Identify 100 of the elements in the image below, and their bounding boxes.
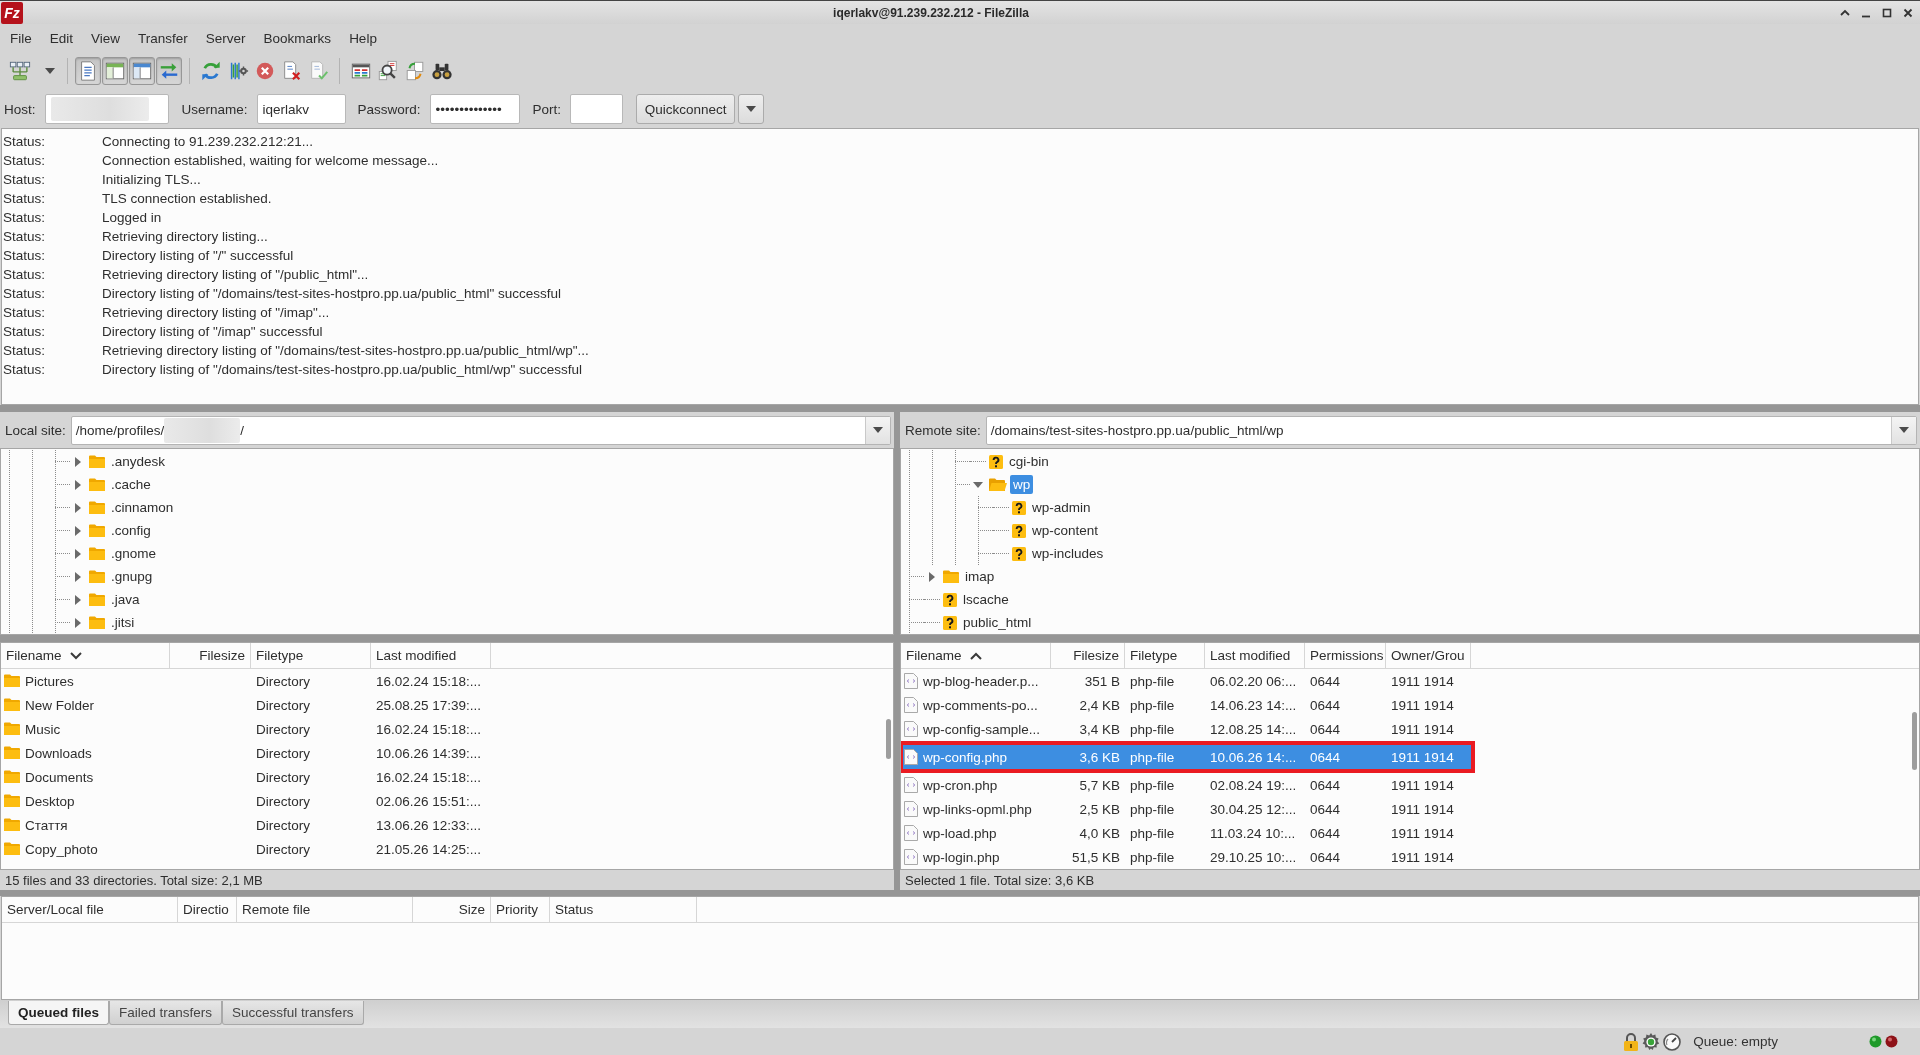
remote-tree-toggle[interactable] bbox=[129, 57, 155, 85]
column-header[interactable]: Directio bbox=[178, 897, 237, 922]
close-icon[interactable] bbox=[1902, 6, 1914, 19]
tree-item[interactable]: .gnupg bbox=[108, 567, 156, 586]
expand-arrow-icon[interactable] bbox=[73, 479, 83, 490]
expand-arrow-icon[interactable] bbox=[73, 548, 83, 559]
folder-icon bbox=[89, 569, 105, 584]
table-cell-text: 02.06.26 15:51:... bbox=[375, 793, 483, 809]
file-row[interactable]: wp-load.php 4,0 KB php-file 11.03.24 10:... 0644 1911 1914 bbox=[901, 821, 1471, 845]
password-field[interactable]: •••••••••••••• bbox=[429, 94, 520, 124]
tree-item[interactable]: wp-content bbox=[1029, 521, 1102, 540]
column-header[interactable]: Filename bbox=[1, 643, 170, 668]
username-field[interactable]: iqerlakv bbox=[256, 94, 346, 124]
expand-arrow-icon[interactable] bbox=[73, 502, 83, 513]
tree-item[interactable]: .config bbox=[108, 521, 154, 540]
tree-item[interactable]: .gnome bbox=[108, 544, 160, 563]
expand-arrow-icon[interactable] bbox=[73, 456, 83, 467]
host-field[interactable] bbox=[44, 94, 169, 124]
quickconnect-menu-button[interactable] bbox=[738, 94, 765, 124]
path-dropdown-button[interactable] bbox=[865, 416, 890, 444]
local-tree-toggle[interactable] bbox=[102, 57, 128, 85]
expand-arrow-icon[interactable] bbox=[73, 594, 83, 605]
file-row[interactable]: Desktop Directory 02.06.26 15:51:... bbox=[1, 789, 491, 813]
maximize-icon[interactable] bbox=[1881, 6, 1893, 19]
tree-item[interactable]: imap bbox=[962, 567, 998, 586]
column-header[interactable]: Permissions bbox=[1305, 643, 1386, 668]
file-row[interactable]: Downloads Directory 10.06.26 14:39:... bbox=[1, 741, 491, 765]
expand-arrow-icon[interactable] bbox=[73, 525, 83, 536]
column-header[interactable]: Filename bbox=[901, 643, 1051, 668]
column-header[interactable]: Remote file bbox=[237, 897, 413, 922]
port-field[interactable] bbox=[570, 94, 624, 124]
column-header[interactable]: Priority bbox=[491, 897, 550, 922]
tree-item[interactable]: .jitsi bbox=[108, 613, 138, 632]
folder-icon bbox=[943, 569, 959, 584]
expand-arrow-icon[interactable] bbox=[73, 571, 83, 582]
scrollbar-thumb[interactable] bbox=[1912, 712, 1917, 770]
queue-tab[interactable]: Failed transfers bbox=[109, 1001, 223, 1025]
file-row[interactable]: wp-login.php 51,5 KB php-file 29.10.25 10:... 0644 1911 1914 bbox=[901, 845, 1471, 869]
log-message: Retrieving directory listing... bbox=[102, 229, 268, 244]
log-message: Retrieving directory listing of "/domains/test-sites-hostpro.pp.ua/public_html/wp"... bbox=[102, 343, 589, 358]
menu-item[interactable]: Bookmarks bbox=[254, 26, 341, 50]
queue-tab[interactable]: Successful transfers bbox=[222, 1001, 364, 1025]
quickconnect-button[interactable]: Quickconnect bbox=[636, 94, 736, 124]
table-cell-text: 1911 1914 bbox=[1390, 777, 1455, 793]
log-type: Status: bbox=[2, 210, 47, 225]
collapse-arrow-icon[interactable] bbox=[973, 479, 983, 490]
path-field[interactable]: /domains/test-sites-hostpro.pp.ua/public_html/wp bbox=[985, 415, 1917, 445]
path-field[interactable]: /home/profiles/ / bbox=[70, 415, 891, 445]
tree-item[interactable]: public_html bbox=[960, 613, 1035, 632]
network-computers-icon bbox=[9, 60, 31, 82]
path-dropdown-button[interactable] bbox=[1891, 416, 1916, 444]
column-header[interactable]: Last modified bbox=[371, 643, 491, 668]
tree-item[interactable]: cgi-bin bbox=[1006, 452, 1052, 471]
tree-item[interactable]: lscache bbox=[960, 590, 1012, 609]
file-row[interactable]: Music Directory 16.02.24 15:18:... bbox=[1, 717, 491, 741]
folder-icon bbox=[89, 523, 105, 538]
expand-arrow-icon[interactable] bbox=[927, 571, 937, 582]
log-message: Directory listing of "/" successful bbox=[102, 248, 294, 263]
menu-item[interactable]: Server bbox=[196, 26, 255, 50]
column-header[interactable]: Status bbox=[550, 897, 697, 922]
file-row[interactable]: Стаття Directory 13.06.26 12:33:... bbox=[1, 813, 491, 837]
column-header[interactable]: Filesize bbox=[1051, 643, 1125, 668]
tree-item[interactable]: .java bbox=[108, 590, 143, 609]
message-log-toggle[interactable] bbox=[75, 57, 101, 85]
table-cell-text: 0644 bbox=[1309, 697, 1342, 713]
tree-item[interactable]: .anydesk bbox=[108, 452, 169, 471]
file-row[interactable]: wp-links-opml.php 2,5 KB php-file 30.04.25 12:... 0644 1911 1914 bbox=[901, 797, 1471, 821]
table-cell-text: 0644 bbox=[1309, 673, 1342, 689]
tree-item[interactable]: wp-includes bbox=[1029, 544, 1107, 563]
tree-item[interactable]: .cache bbox=[108, 475, 154, 494]
menu-item[interactable]: Transfer bbox=[129, 26, 197, 50]
file-row[interactable]: wp-cron.php 5,7 KB php-file 02.08.24 19:... 0644 1911 1914 bbox=[901, 773, 1471, 797]
file-row[interactable]: New Folder Directory 25.08.25 17:39:... bbox=[1, 693, 491, 717]
log-message: Directory listing of "/domains/test-sites-hostpro.pp.ua/public_html" successful bbox=[102, 286, 562, 301]
menu-item[interactable]: View bbox=[82, 26, 130, 50]
file-name: wp-config-sample... bbox=[923, 721, 1041, 737]
file-row[interactable]: Documents Directory 16.02.24 15:18:... bbox=[1, 765, 491, 789]
column-header[interactable]: Server/Local file bbox=[2, 897, 178, 922]
table-cell-text: php-file bbox=[1129, 801, 1176, 817]
column-header[interactable]: Last modified bbox=[1205, 643, 1305, 668]
file-row[interactable]: wp-blog-header.p... 351 B php-file 06.02.20 06:... 0644 1911 1914 bbox=[901, 669, 1471, 693]
column-header[interactable]: Filetype bbox=[251, 643, 371, 668]
expand-arrow-icon[interactable] bbox=[73, 617, 83, 628]
menu-item[interactable]: Help bbox=[340, 26, 386, 50]
tree-item[interactable]: .cinnamon bbox=[108, 498, 177, 517]
table-cell-text: 25.08.25 17:39:... bbox=[375, 697, 483, 713]
column-header[interactable]: Owner/Grou bbox=[1386, 643, 1471, 668]
queue-tab[interactable]: Queued files bbox=[8, 1001, 110, 1025]
transfer-queue-toggle[interactable] bbox=[156, 57, 182, 85]
menu-item[interactable]: Edit bbox=[40, 26, 83, 50]
scrollbar-thumb[interactable] bbox=[886, 719, 891, 759]
file-row[interactable]: Copy_photo Directory 21.05.26 14:25:... bbox=[1, 837, 491, 861]
file-row[interactable]: wp-comments-po... 2,4 KB php-file 14.06.23 14:... 0644 1911 1914 bbox=[901, 693, 1471, 717]
file-row[interactable]: Pictures Directory 16.02.24 15:18:... bbox=[1, 669, 491, 693]
column-header[interactable]: Filesize bbox=[170, 643, 251, 668]
menu-item[interactable]: File bbox=[1, 26, 41, 50]
file-row[interactable]: wp-config-sample... 3,4 KB php-file 12.08.25 14:... 0644 1911 1914 bbox=[901, 717, 1471, 741]
column-header[interactable]: Filetype bbox=[1125, 643, 1205, 668]
column-header[interactable]: Size bbox=[413, 897, 491, 922]
tree-item[interactable]: wp-admin bbox=[1029, 498, 1094, 517]
